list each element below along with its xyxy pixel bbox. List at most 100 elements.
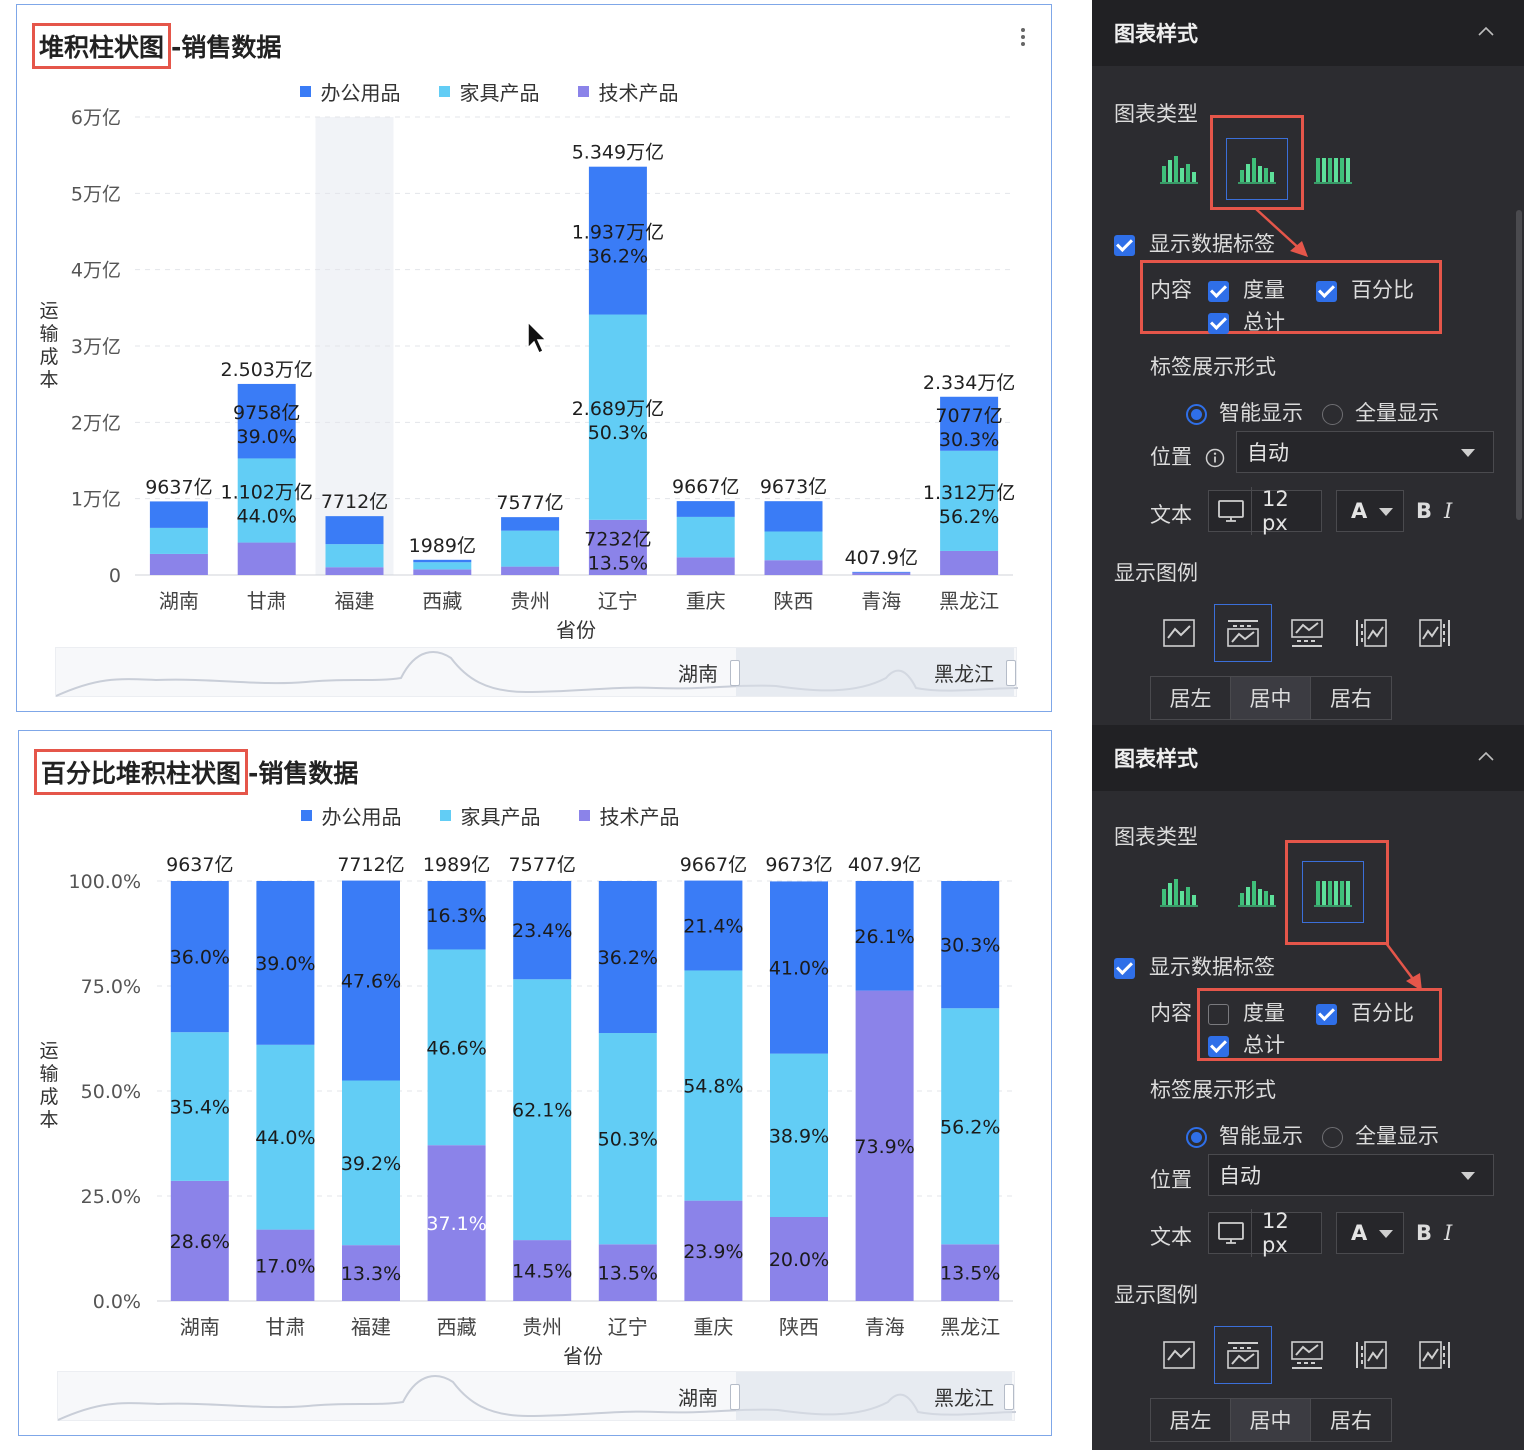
show-data-labels-option[interactable]: 显示数据标签: [1114, 951, 1275, 981]
align-right-button[interactable]: 居右: [1311, 1399, 1391, 1441]
bar-percent-label: 20.0%: [769, 1249, 829, 1271]
full-display-option[interactable]: 全量显示: [1322, 1120, 1439, 1150]
bar-data-label: 7232亿: [584, 528, 651, 550]
measure-checkbox[interactable]: [1208, 1003, 1229, 1025]
bar-total-label: 7577亿: [496, 492, 563, 514]
bold-button[interactable]: B: [1416, 1221, 1432, 1245]
legend-position-left-side-icon[interactable]: [1342, 1326, 1400, 1384]
stacked-bar-type-icon[interactable]: [1226, 861, 1288, 923]
measure-checkbox[interactable]: [1208, 280, 1229, 302]
smart-display-option[interactable]: 智能显示: [1186, 397, 1303, 427]
full-display-radio[interactable]: [1322, 403, 1343, 425]
align-left-button[interactable]: 居左: [1151, 1399, 1231, 1441]
font-size-input[interactable]: 12 px: [1208, 1209, 1322, 1257]
show-data-labels-option[interactable]: 显示数据标签: [1114, 228, 1275, 258]
range-slider[interactable]: 湖南 黑龙江: [57, 1371, 1016, 1421]
total-option[interactable]: 总计: [1208, 1029, 1285, 1059]
percent-option[interactable]: 百分比: [1316, 274, 1414, 304]
range-slider[interactable]: 湖南 黑龙江: [55, 647, 1018, 697]
bar-data-label: 30.3%: [939, 429, 999, 451]
legend-position-bottom-icon[interactable]: [1278, 1326, 1336, 1384]
slider-end-handle[interactable]: [1004, 1384, 1014, 1410]
percent-option[interactable]: 百分比: [1316, 997, 1414, 1027]
align-left-button[interactable]: 居左: [1151, 677, 1231, 719]
smart-display-radio[interactable]: [1186, 1126, 1207, 1148]
x-tick-label: 辽宁: [598, 589, 638, 613]
align-center-button[interactable]: 居中: [1231, 677, 1311, 719]
position-select[interactable]: 自动: [1236, 431, 1494, 473]
legend-position-top-icon[interactable]: [1214, 1326, 1272, 1384]
bar-percent-label: 36.2%: [598, 947, 658, 969]
bar-percent-label: 17.0%: [255, 1255, 315, 1277]
bar-segment: [501, 566, 560, 575]
x-tick-label: 青海: [861, 589, 901, 613]
total-checkbox[interactable]: [1208, 1035, 1229, 1057]
bar-percent-label: 21.4%: [683, 916, 743, 938]
panel-scrollbar[interactable]: [1516, 210, 1522, 520]
legend-position-left-icon[interactable]: [1150, 1326, 1208, 1384]
legend-position-right-side-icon[interactable]: [1406, 604, 1464, 662]
legend-position-bottom-icon[interactable]: [1278, 604, 1336, 662]
total-checkbox[interactable]: [1208, 312, 1229, 334]
bar-data-label: 39.0%: [237, 426, 297, 448]
slider-end-handle[interactable]: [1006, 660, 1016, 686]
bar-segment: [149, 553, 208, 575]
measure-option[interactable]: 度量: [1208, 997, 1285, 1027]
position-select[interactable]: 自动: [1208, 1154, 1494, 1196]
italic-button[interactable]: I: [1444, 499, 1452, 523]
percent-checkbox[interactable]: [1316, 280, 1337, 302]
bar-segment: [676, 516, 735, 558]
panel-header[interactable]: 图表样式: [1092, 0, 1524, 66]
chevron-down-icon: [1379, 1230, 1393, 1238]
bar-percent-label: 46.6%: [426, 1037, 486, 1059]
italic-button[interactable]: I: [1444, 1221, 1452, 1245]
panel-header[interactable]: 图表样式: [1092, 725, 1524, 791]
chevron-up-icon[interactable]: [1478, 749, 1494, 765]
y-tick-label: 2万亿: [71, 412, 121, 434]
font-color-select[interactable]: A: [1336, 1212, 1404, 1254]
smart-display-option[interactable]: 智能显示: [1186, 1120, 1303, 1150]
chevron-up-icon[interactable]: [1478, 24, 1494, 40]
bar-total-label: 407.9亿: [848, 854, 921, 876]
mouse-cursor-icon: [527, 320, 548, 355]
font-color-select[interactable]: A: [1336, 490, 1404, 532]
bar-segment: [413, 562, 472, 570]
show-data-labels-checkbox[interactable]: [1114, 234, 1135, 256]
legend-position-left-side-icon[interactable]: [1342, 604, 1400, 662]
bar-total-label: 9673亿: [765, 854, 832, 876]
percent-label: 百分比: [1351, 278, 1414, 302]
legend-position-left-icon[interactable]: [1150, 604, 1208, 662]
align-center-button[interactable]: 居中: [1231, 1399, 1311, 1441]
show-data-labels-checkbox[interactable]: [1114, 957, 1135, 979]
bar-percent-label: 30.3%: [940, 935, 1000, 957]
total-option[interactable]: 总计: [1208, 306, 1285, 336]
slider-start-handle[interactable]: [730, 1384, 740, 1410]
bar-percent-label: 28.6%: [170, 1231, 230, 1253]
full-display-radio[interactable]: [1322, 1126, 1343, 1148]
measure-option[interactable]: 度量: [1208, 274, 1285, 304]
percent-stacked-bar-type-icon[interactable]: [1302, 138, 1364, 200]
bar-chart-type-icon[interactable]: [1148, 138, 1210, 200]
bar-total-label: 5.349万亿: [572, 142, 664, 164]
y-tick-label: 4万亿: [71, 260, 121, 282]
y-tick-label: 5万亿: [71, 183, 121, 205]
legend-position-top-icon[interactable]: [1214, 604, 1272, 662]
y-tick-label: 0: [109, 565, 121, 587]
bar-percent-label: 47.6%: [341, 971, 401, 993]
smart-display-radio[interactable]: [1186, 403, 1207, 425]
bar-chart-type-icon[interactable]: [1148, 861, 1210, 923]
font-size-input[interactable]: 12 px: [1208, 487, 1322, 535]
slider-start-handle[interactable]: [730, 660, 740, 686]
y-tick-label: 25.0%: [81, 1186, 141, 1208]
legend-position-right-side-icon[interactable]: [1406, 1326, 1464, 1384]
align-right-button[interactable]: 居右: [1311, 677, 1391, 719]
y-tick-label: 0.0%: [93, 1291, 141, 1313]
full-display-option[interactable]: 全量显示: [1322, 397, 1439, 427]
bold-button[interactable]: B: [1416, 499, 1432, 523]
bar-percent-label: 13.5%: [940, 1263, 1000, 1285]
percent-checkbox[interactable]: [1316, 1003, 1337, 1025]
y-tick-label: 3万亿: [71, 336, 121, 358]
bar-percent-label: 16.3%: [426, 905, 486, 927]
info-icon[interactable]: [1205, 448, 1225, 468]
show-legend-label: 显示图例: [1114, 1283, 1198, 1307]
